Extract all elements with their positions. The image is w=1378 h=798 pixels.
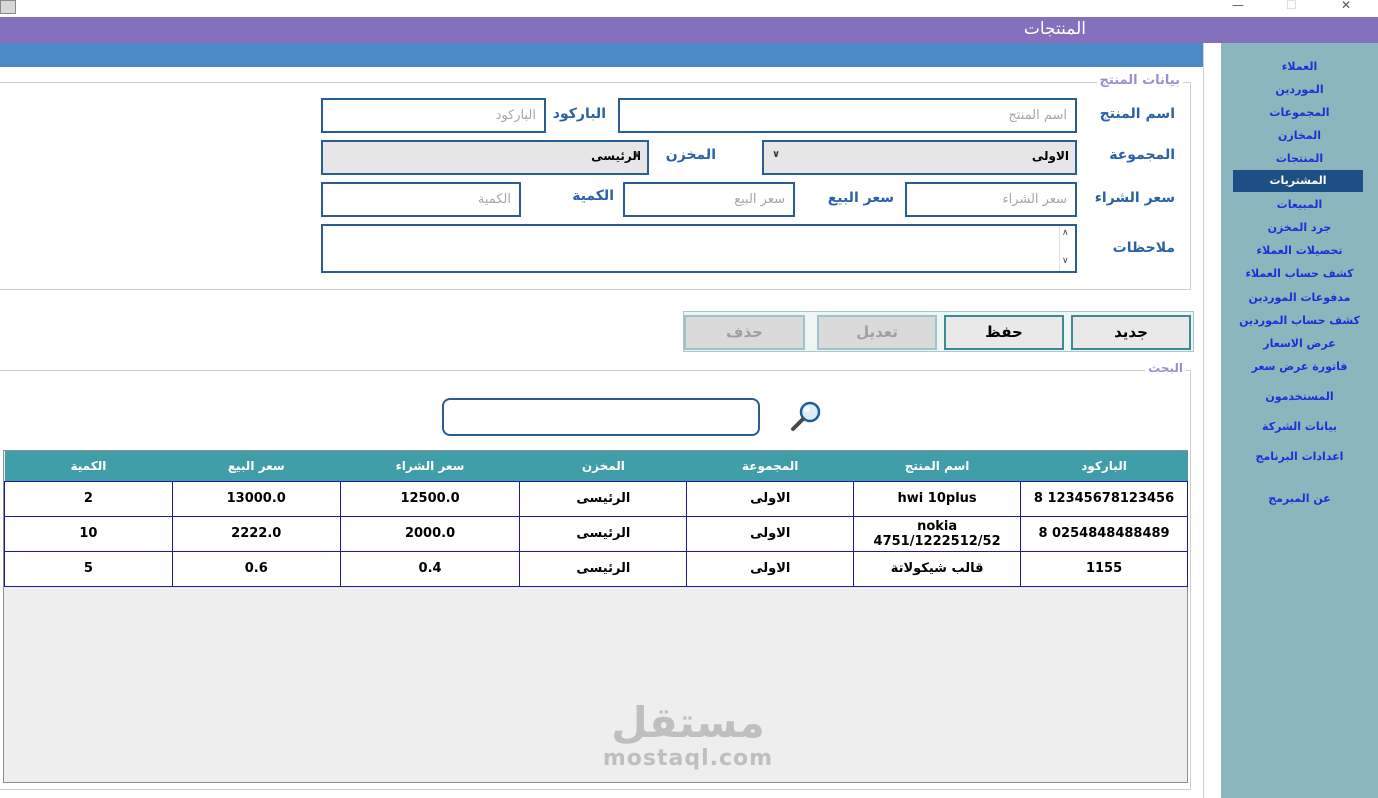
header-bar: المنتجات: [0, 17, 1378, 43]
buy-price-label: سعر الشراء: [1094, 190, 1175, 206]
store-select[interactable]: الرئيسى ∨: [321, 140, 649, 175]
cell-product-name[interactable]: قالب شيكولاتة: [853, 550, 1022, 587]
cell-store[interactable]: الرئيسى: [519, 515, 688, 552]
column-header-quantity[interactable]: الكمية: [4, 451, 173, 481]
watermark-latin: mostaql.com: [602, 746, 774, 771]
table-header-row: الباركود اسم المنتج المجموعة المخزن سعر …: [4, 451, 1188, 481]
sidebar-item-users[interactable]: المستخدمون: [1221, 390, 1378, 403]
cell-buy-price[interactable]: 0.4: [339, 550, 521, 587]
sidebar-item-customers[interactable]: العملاء: [1221, 60, 1378, 73]
sidebar-gutter: [1203, 43, 1221, 798]
column-header-sell-price[interactable]: سعر البيع: [172, 451, 341, 481]
cell-buy-price[interactable]: 12500.0: [339, 480, 521, 517]
group-label: المجموعة: [1109, 147, 1175, 163]
barcode-input[interactable]: [321, 98, 546, 133]
group-select-value: الاولى: [1031, 149, 1069, 163]
notes-textarea[interactable]: ∧ ∨: [321, 224, 1077, 273]
cell-buy-price[interactable]: 2000.0: [339, 515, 521, 552]
sidebar-item-stores[interactable]: المخازن: [1221, 129, 1378, 142]
cell-product-name[interactable]: nokia 4751/1222512/52: [853, 515, 1022, 552]
sidebar-item-products[interactable]: المنتجات: [1221, 152, 1378, 165]
app-icon: [0, 0, 16, 14]
cell-quantity[interactable]: 10: [4, 515, 173, 552]
buy-price-input[interactable]: [905, 182, 1077, 217]
barcode-label: الباركود: [552, 106, 606, 122]
sidebar-item-suppliers[interactable]: الموردين: [1221, 83, 1378, 96]
new-button[interactable]: جديد: [1071, 315, 1191, 350]
name-label: اسم المنتج: [1099, 106, 1175, 122]
sidebar-item-company-info[interactable]: بيانات الشركة: [1221, 420, 1378, 433]
accent-bar: [0, 43, 1203, 67]
cell-sell-price[interactable]: 13000.0: [171, 480, 341, 517]
sidebar-item-sales[interactable]: المبيعات: [1221, 198, 1378, 211]
window-titlebar: — ☐ ✕: [0, 0, 1378, 17]
minimize-button[interactable]: —: [1232, 0, 1244, 12]
column-header-group[interactable]: المجموعة: [686, 451, 854, 481]
sidebar-item-about[interactable]: عن المبرمج: [1221, 492, 1378, 505]
column-header-product-name[interactable]: اسم المنتج: [853, 451, 1021, 481]
products-table: الباركود اسم المنتج المجموعة المخزن سعر …: [3, 450, 1188, 783]
table-row[interactable]: 12345678123456 8 hwi 10plus الاولى الرئي…: [4, 480, 1188, 517]
chevron-down-icon: ∨: [633, 149, 642, 160]
chevron-down-icon: ∨: [772, 149, 781, 160]
sidebar-item-quotes[interactable]: عرض الاسعار: [1221, 337, 1378, 350]
cell-store[interactable]: الرئيسى: [519, 480, 688, 517]
sidebar-item-customer-collections[interactable]: تحصيلات العملاء: [1221, 244, 1378, 257]
table-row[interactable]: 0254848488489 8 nokia 4751/1222512/52 ال…: [4, 515, 1188, 552]
cell-store[interactable]: الرئيسى: [519, 550, 688, 587]
quantity-label: الكمية: [572, 188, 614, 204]
sidebar-item-groups[interactable]: المجموعات: [1221, 106, 1378, 119]
sidebar-item-inventory[interactable]: جرد المخزن: [1221, 221, 1378, 234]
search-icon[interactable]: [788, 398, 824, 434]
column-header-barcode[interactable]: الباركود: [1020, 451, 1188, 481]
sidebar-item-supplier-payments[interactable]: مدفوعات الموردين: [1221, 291, 1378, 304]
cell-sell-price[interactable]: 0.6: [171, 550, 341, 587]
sidebar: العملاء الموردين المجموعات المخازن المنت…: [1221, 43, 1378, 798]
search-input[interactable]: [442, 398, 760, 436]
watermark: مستقل mostaql.com: [598, 698, 778, 772]
sidebar-item-supplier-statement[interactable]: كشف حساب الموردين: [1221, 314, 1378, 327]
close-button[interactable]: ✕: [1341, 0, 1351, 12]
notes-scrollbar[interactable]: ∧ ∨: [1059, 226, 1075, 271]
cell-group[interactable]: الاولى: [686, 480, 855, 517]
notes-label: ملاحظات: [1112, 240, 1175, 256]
cell-barcode[interactable]: 1155: [1020, 550, 1188, 587]
cell-quantity[interactable]: 5: [4, 550, 173, 587]
store-label: المخزن: [665, 147, 716, 163]
cell-sell-price[interactable]: 2222.0: [171, 515, 341, 552]
group-select[interactable]: الاولى ∨: [762, 140, 1077, 175]
column-header-buy-price[interactable]: سعر الشراء: [340, 451, 520, 481]
cell-product-name[interactable]: hwi 10plus: [853, 480, 1022, 517]
edit-button[interactable]: تعديل: [817, 315, 937, 350]
action-button-bar: جديد حفظ تعديل حذف: [683, 311, 1194, 352]
search-legend: البحث: [1145, 361, 1186, 375]
sidebar-item-settings[interactable]: اعدادات البرنامج: [1221, 450, 1378, 463]
cell-group[interactable]: الاولى: [686, 515, 855, 552]
cell-barcode[interactable]: 0254848488489 8: [1020, 515, 1188, 552]
sidebar-item-customer-statement[interactable]: كشف حساب العملاء: [1221, 267, 1378, 280]
save-button[interactable]: حفظ: [944, 315, 1064, 350]
product-form-legend: بيانات المنتج: [1096, 73, 1183, 88]
table-row[interactable]: 1155 قالب شيكولاتة الاولى الرئيسى 0.4 0.…: [4, 550, 1188, 587]
watermark-arabic: مستقل: [611, 698, 765, 747]
cell-quantity[interactable]: 2: [4, 480, 173, 517]
sell-price-label: سعر البيع: [827, 190, 894, 206]
product-name-input[interactable]: [618, 98, 1077, 133]
cell-group[interactable]: الاولى: [686, 550, 855, 587]
delete-button[interactable]: حذف: [684, 315, 805, 350]
scroll-up-icon[interactable]: ∧: [1062, 228, 1069, 238]
products-grid: الباركود اسم المنتج المجموعة المخزن سعر …: [4, 451, 1188, 587]
column-header-store[interactable]: المخزن: [519, 451, 687, 481]
page-title: المنتجات: [1023, 19, 1086, 39]
sidebar-item-quote-invoice[interactable]: فاتورة عرض سعر: [1221, 360, 1378, 373]
quantity-input[interactable]: [321, 182, 521, 217]
scroll-down-icon[interactable]: ∨: [1062, 256, 1069, 266]
sell-price-input[interactable]: [623, 182, 795, 217]
sidebar-item-purchases[interactable]: المشتريات: [1233, 170, 1363, 192]
maximize-button[interactable]: ☐: [1286, 0, 1297, 12]
cell-barcode[interactable]: 12345678123456 8: [1020, 480, 1188, 517]
